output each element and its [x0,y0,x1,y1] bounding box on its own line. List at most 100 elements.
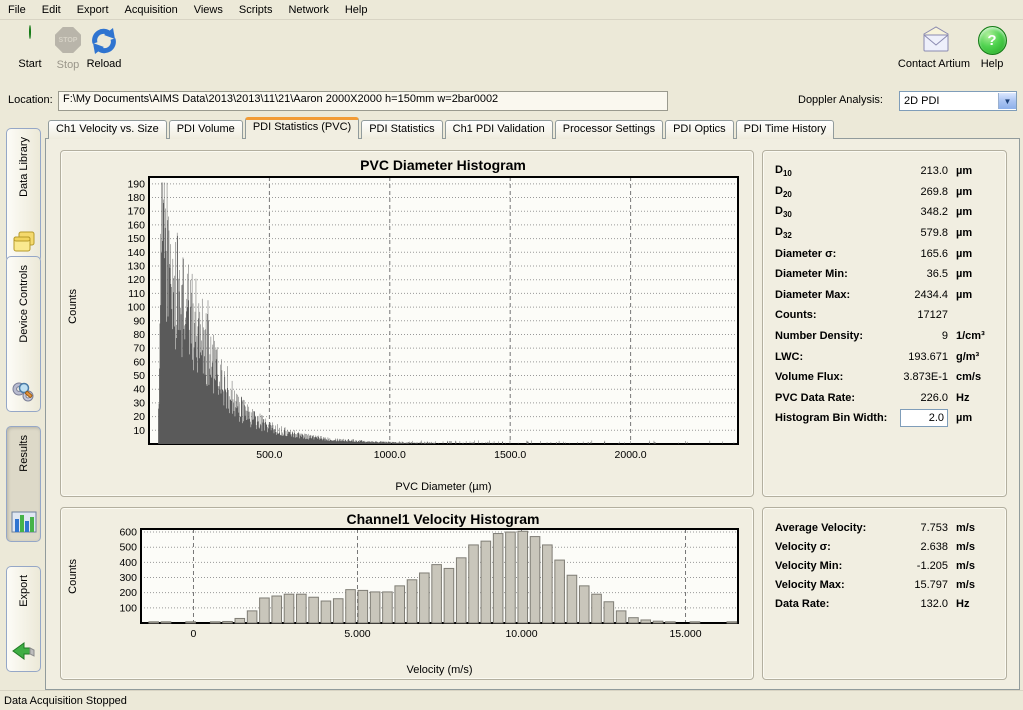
velocity-statistics-list: Average Velocity:7.753m/sVelocity σ:2.63… [775,518,998,613]
svg-text:10: 10 [133,425,145,437]
svg-text:90: 90 [133,315,145,327]
stat-row-pvc-data-rate: PVC Data Rate:226.0Hz [775,388,998,409]
svg-text:30: 30 [133,397,145,409]
tab-ch1-pdi-validation[interactable]: Ch1 PDI Validation [445,120,553,139]
menu-export[interactable]: Export [69,2,117,18]
stat-label: Number Density: [775,330,882,342]
svg-text:140: 140 [127,247,145,259]
menu-help[interactable]: Help [337,2,376,18]
pvc-statistics-panel: D10213.0µmD20269.8µmD30348.2µmD32579.8µm… [762,150,1007,497]
stat-label: Volume Flux: [775,371,882,383]
doppler-analysis-select[interactable]: 2D PDI ▼ [899,91,1017,111]
pvc-diameter-histogram-panel: PVC Diameter Histogram Counts 1020304050… [60,150,754,497]
tab-pdi-statistics-pvc[interactable]: PDI Statistics (PVC) [245,117,359,139]
stat-value: 579.8 [882,227,948,239]
histogram-bin-width-input[interactable] [900,409,948,427]
sidebar-item-label: Device Controls [18,265,30,343]
help-icon: ? [977,26,1007,56]
svg-text:70: 70 [133,343,145,355]
svg-text:40: 40 [133,384,145,396]
stat-unit: µm [948,165,998,177]
contact-artium-button[interactable]: Contact Artium [896,24,972,70]
stat-unit: m/s [948,541,998,553]
svg-text:20: 20 [133,411,145,423]
stat-row-lwc: LWC:193.671g/m³ [775,346,998,367]
stat-unit: µm [948,186,998,198]
stat-label: Velocity σ: [775,541,882,553]
envelope-icon [919,26,949,56]
stat-row-diameter-min: Diameter Min:36.5µm [775,264,998,285]
svg-text:1500.0: 1500.0 [494,449,526,461]
sidebar-item-results[interactable]: Results [6,426,41,542]
stat-row-velocity-min: Velocity Min:-1.205m/s [775,556,998,575]
stat-label: Counts: [775,309,882,321]
svg-text:400: 400 [119,557,137,569]
stat-row-number-density: Number Density:91/cm³ [775,326,998,347]
svg-text:1000.0: 1000.0 [374,449,406,461]
contact-artium-label: Contact Artium [896,58,972,70]
tab-pdi-volume[interactable]: PDI Volume [169,120,243,139]
stat-row-velocity: Velocity σ:2.638m/s [775,537,998,556]
stat-value: 9 [882,330,948,342]
stat-label: D32 [775,226,882,240]
menu-acquisition[interactable]: Acquisition [117,2,186,18]
menu-views[interactable]: Views [186,2,231,18]
menu-network[interactable]: Network [280,2,336,18]
pdi-statistics-pvc-page: PVC Diameter Histogram Counts 1020304050… [45,138,1020,690]
stat-unit: µm [948,289,998,301]
menu-file[interactable]: File [0,2,34,18]
stat-value: 132.0 [882,598,948,610]
tab-pdi-time-history[interactable]: PDI Time History [736,120,835,139]
svg-text:80: 80 [133,329,145,341]
svg-text:110: 110 [128,288,145,300]
gears-icon [10,379,38,405]
stat-value: 193.671 [882,351,948,363]
sidebar-item-device-controls[interactable]: Device Controls [6,256,41,412]
help-label: Help [968,58,1016,70]
pvc-histogram-plot: 1020304050607080901001101201301401501601… [61,151,751,494]
stat-value: 165.6 [882,248,948,260]
svg-text:0: 0 [191,628,197,640]
svg-text:130: 130 [127,261,145,273]
application-window: FileEditExportAcquisitionViewsScriptsNet… [0,0,1023,710]
stat-value: 36.5 [882,268,948,280]
stat-label: Velocity Min: [775,560,882,572]
stat-row-average-velocity: Average Velocity:7.753m/s [775,518,998,537]
sidebar-item-data-library[interactable]: Data Library [6,128,41,262]
reload-button[interactable]: Reload [76,24,132,70]
stat-row-data-rate: Data Rate:132.0Hz [775,594,998,613]
stat-label: LWC: [775,351,882,363]
stat-row-velocity-max: Velocity Max:15.797m/s [775,575,998,594]
stat-value: 213.0 [882,165,948,177]
stat-row-d30: D30348.2µm [775,202,998,223]
stat-value: 269.8 [882,186,948,198]
help-button[interactable]: ? Help [968,24,1016,70]
location-field[interactable]: F:\My Documents\AIMS Data\2013\2013\11\2… [58,91,668,111]
location-row: Location: F:\My Documents\AIMS Data\2013… [0,90,1023,112]
velocity-histogram-plot: 10020030040050060005.00010.00015.000 [61,508,751,677]
stat-label: Diameter Min: [775,268,882,280]
doppler-analysis-label: Doppler Analysis: [798,94,883,106]
chevron-down-icon[interactable]: ▼ [998,93,1016,109]
pvc-histogram-xlabel: PVC Diameter (µm) [149,481,738,493]
tab-pdi-statistics[interactable]: PDI Statistics [361,120,442,139]
menu-scripts[interactable]: Scripts [231,2,281,18]
tab-processor-settings[interactable]: Processor Settings [555,120,663,139]
stat-label: Velocity Max: [775,579,882,591]
menu-edit[interactable]: Edit [34,2,69,18]
svg-text:60: 60 [133,356,145,368]
stat-value: 226.0 [882,392,948,404]
stat-value: 17127 [882,309,948,321]
stat-label: Diameter Max: [775,289,882,301]
stat-label: Diameter σ: [775,248,882,260]
sidebar-item-export[interactable]: Export [6,566,41,672]
stat-label: Average Velocity: [775,522,882,534]
tab-ch1-velocity-vs-size[interactable]: Ch1 Velocity vs. Size [48,120,167,139]
tab-pdi-optics[interactable]: PDI Optics [665,120,734,139]
stat-unit: Hz [948,598,998,610]
svg-text:120: 120 [127,274,145,286]
svg-text:190: 190 [127,178,145,190]
stat-value: 15.797 [882,579,948,591]
doppler-analysis-value: 2D PDI [900,95,998,107]
stat-unit: µm [948,227,998,239]
